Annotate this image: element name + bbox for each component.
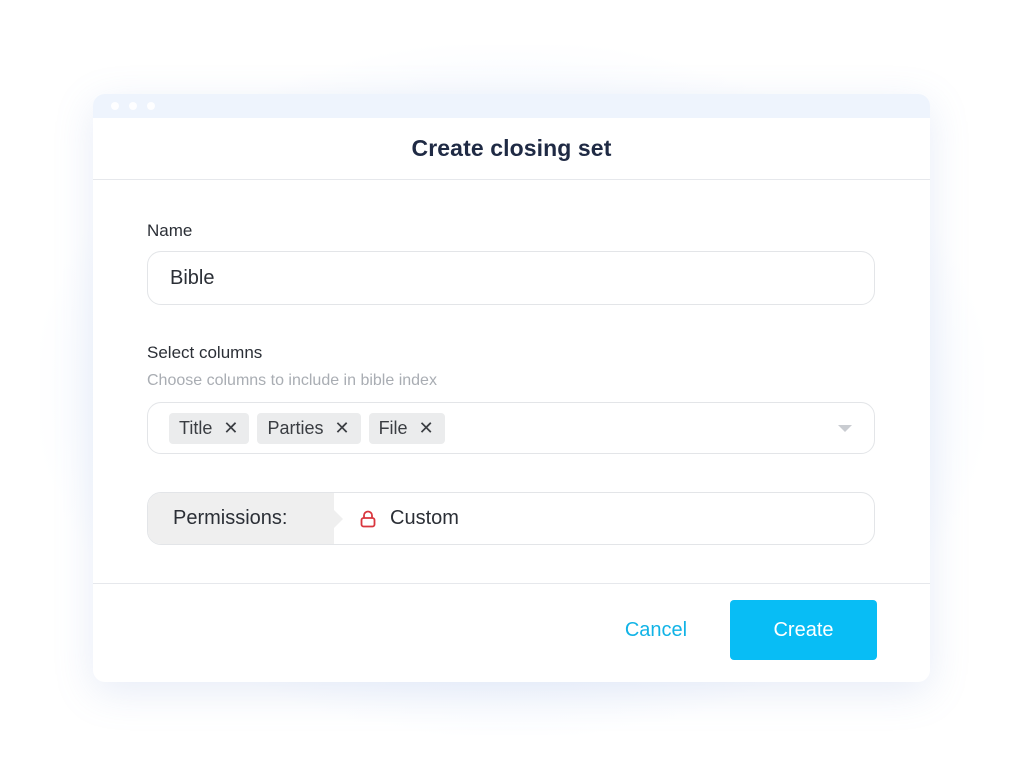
window-dot: [129, 102, 137, 110]
name-input[interactable]: Bible: [147, 251, 875, 305]
window-dot: [147, 102, 155, 110]
permissions-value-text: Custom: [390, 507, 459, 529]
permissions-value[interactable]: Custom: [334, 493, 459, 544]
column-chip-file: File ✕: [368, 412, 445, 444]
column-chip-parties: Parties ✕: [257, 412, 361, 444]
columns-select[interactable]: Title ✕ Parties ✕ File ✕: [147, 402, 875, 454]
columns-help-text: Choose columns to include in bible index: [147, 372, 437, 389]
column-chip-title: Title ✕: [169, 412, 250, 444]
window-dot: [111, 102, 119, 110]
remove-chip-icon[interactable]: ✕: [223, 418, 238, 439]
footer-divider: [93, 583, 930, 584]
cancel-button[interactable]: Cancel: [602, 600, 710, 660]
dialog-header: Create closing set: [93, 118, 930, 180]
remove-chip-icon[interactable]: ✕: [334, 418, 349, 439]
chip-label: Parties: [267, 417, 324, 438]
chevron-down-icon[interactable]: [838, 425, 852, 432]
remove-chip-icon[interactable]: ✕: [419, 418, 434, 439]
window-chrome: [93, 94, 930, 118]
permissions-field[interactable]: Permissions: Custom: [147, 492, 875, 545]
permissions-label: Permissions:: [148, 493, 343, 544]
dialog-title: Create closing set: [411, 135, 612, 161]
dialog-window: Create closing set Name Bible Select col…: [93, 94, 930, 682]
chip-label: File: [378, 417, 408, 438]
columns-label: Select columns: [147, 343, 263, 362]
lock-icon: [360, 510, 376, 527]
create-button[interactable]: Create: [730, 600, 877, 660]
chip-label: Title: [179, 417, 213, 438]
name-label: Name: [147, 221, 193, 240]
